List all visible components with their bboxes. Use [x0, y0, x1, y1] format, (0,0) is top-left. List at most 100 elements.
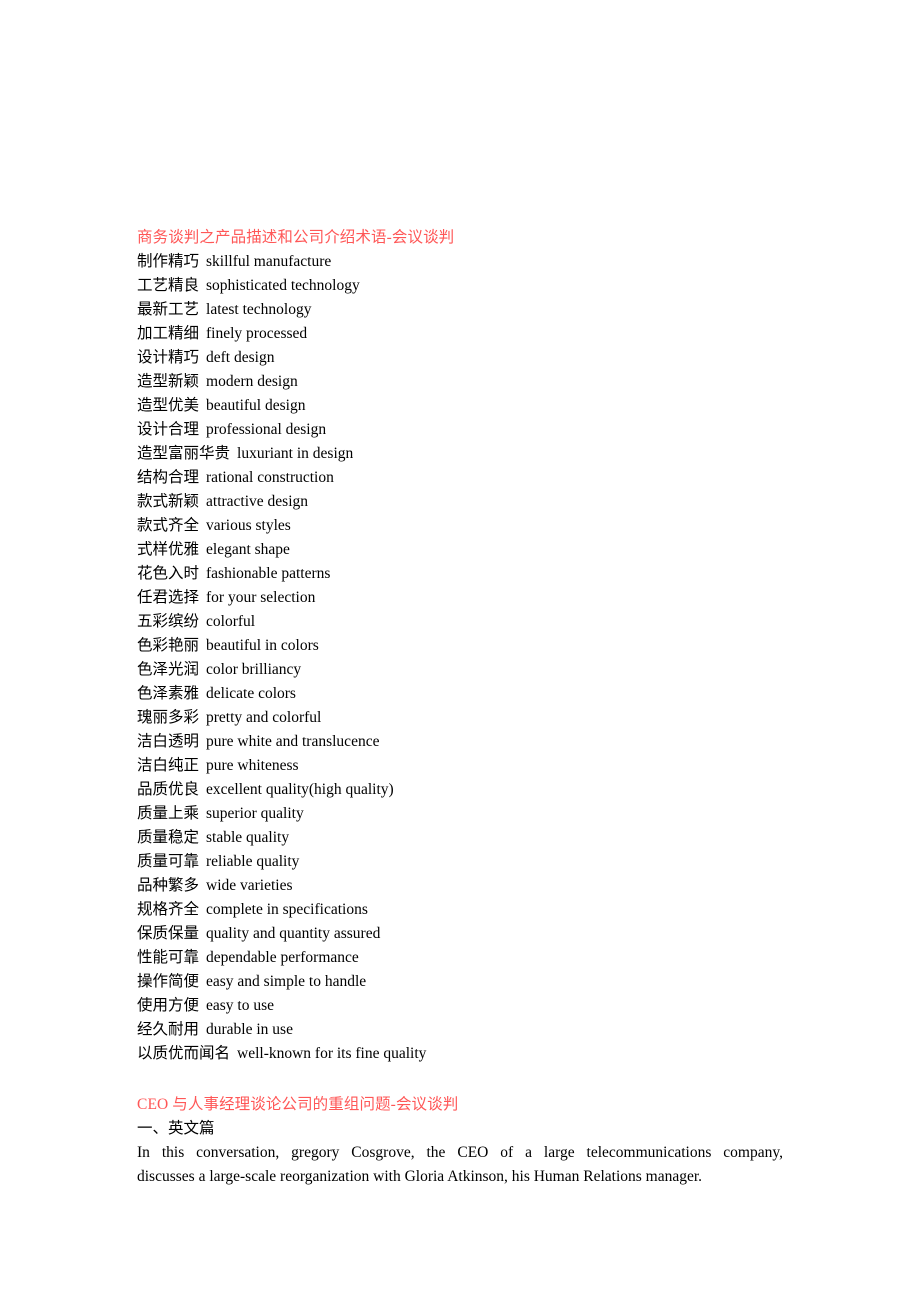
glossary-term-english: quality and quantity assured	[206, 925, 381, 942]
glossary-term-chinese: 任君选择	[137, 589, 200, 606]
glossary-term-chinese: 质量上乘	[137, 805, 200, 822]
glossary-term-english: elegant shape	[206, 541, 290, 558]
glossary-entry: 式样优雅 elegant shape	[137, 538, 783, 562]
glossary-entry: 造型新颖 modern design	[137, 370, 783, 394]
paragraph-line: discusses a large-scale reorganization w…	[137, 1168, 703, 1185]
glossary-entry: 结构合理 rational construction	[137, 466, 783, 490]
glossary-term-english: beautiful design	[206, 397, 306, 414]
subheading-english-part: 一、英文篇	[137, 1120, 215, 1137]
glossary-term-chinese: 洁白纯正	[137, 757, 200, 774]
glossary-term-chinese: 制作精巧	[137, 253, 200, 270]
glossary-entry: 造型优美 beautiful design	[137, 394, 783, 418]
glossary-entry: 以质优而闻名 well-known for its fine quality	[137, 1042, 783, 1066]
glossary-entry: 色彩艳丽 beautiful in colors	[137, 634, 783, 658]
glossary-term-chinese: 瑰丽多彩	[137, 709, 200, 726]
glossary-entry: 最新工艺 latest technology	[137, 298, 783, 322]
glossary-entry: 设计合理 professional design	[137, 418, 783, 442]
glossary-term-english: color brilliancy	[206, 661, 302, 678]
glossary-term-english: latest technology	[206, 301, 312, 318]
glossary-term-english: stable quality	[206, 829, 290, 846]
glossary-term-english: easy and simple to handle	[206, 973, 367, 990]
glossary-entry: 任君选择 for your selection	[137, 586, 783, 610]
glossary-list-product-terms: 制作精巧 skillful manufacture 工艺精良 sophisticate…	[137, 250, 783, 1066]
glossary-term-chinese: 最新工艺	[137, 301, 200, 318]
glossary-entry: 质量可靠 reliable quality	[137, 850, 783, 874]
glossary-entry: 使用方便 easy to use	[137, 994, 783, 1018]
glossary-entry: 操作简便 easy and simple to handle	[137, 970, 783, 994]
glossary-entry: 加工精细 finely processed	[137, 322, 783, 346]
glossary-term-english: delicate colors	[206, 685, 296, 702]
glossary-term-chinese: 品质优良	[137, 781, 200, 798]
glossary-entry: 品质优良 excellent quality(high quality)	[137, 778, 783, 802]
glossary-entry: 质量稳定 stable quality	[137, 826, 783, 850]
glossary-term-english: durable in use	[206, 1021, 293, 1038]
glossary-term-chinese: 洁白透明	[137, 733, 200, 750]
glossary-term-chinese: 色泽光润	[137, 661, 200, 678]
glossary-term-english: pure white and translucence	[206, 733, 380, 750]
glossary-term-english: beautiful in colors	[206, 637, 319, 654]
glossary-term-english: pretty and colorful	[206, 709, 322, 726]
glossary-entry: 品种繁多 wide varieties	[137, 874, 783, 898]
glossary-term-chinese: 品种繁多	[137, 877, 200, 894]
glossary-term-english: colorful	[206, 613, 256, 630]
glossary-entry: 保质保量 quality and quantity assured	[137, 922, 783, 946]
glossary-entry: 性能可靠 dependable performance	[137, 946, 783, 970]
glossary-entry: 洁白透明 pure white and translucence	[137, 730, 783, 754]
glossary-term-english: wide varieties	[206, 877, 293, 894]
glossary-term-chinese: 五彩缤纷	[137, 613, 200, 630]
glossary-term-chinese: 工艺精良	[137, 277, 200, 294]
glossary-term-english: fashionable patterns	[206, 565, 331, 582]
glossary-term-chinese: 造型新颖	[137, 373, 200, 390]
glossary-term-chinese: 款式新颖	[137, 493, 200, 510]
glossary-term-chinese: 造型优美	[137, 397, 200, 414]
glossary-term-chinese: 使用方便	[137, 997, 200, 1014]
glossary-term-chinese: 经久耐用	[137, 1021, 200, 1038]
glossary-term-english: superior quality	[206, 805, 304, 822]
body-paragraph-conversation: In this conversation, gregory Cosgrove, …	[137, 1141, 783, 1189]
glossary-entry: 制作精巧 skillful manufacture	[137, 250, 783, 274]
section-title-ceo-reorganization: CEO 与人事经理谈论公司的重组问题-会议谈判	[137, 1096, 459, 1113]
glossary-entry: 工艺精良 sophisticated technology	[137, 274, 783, 298]
glossary-term-chinese: 色泽素雅	[137, 685, 200, 702]
glossary-term-chinese: 保质保量	[137, 925, 200, 942]
glossary-term-chinese: 规格齐全	[137, 901, 200, 918]
glossary-entry: 经久耐用 durable in use	[137, 1018, 783, 1042]
glossary-term-english: rational construction	[206, 469, 334, 486]
glossary-term-english: dependable performance	[206, 949, 359, 966]
paragraph-line: In this conversation, gregory Cosgrove, …	[137, 1144, 783, 1161]
glossary-term-english: modern design	[206, 373, 298, 390]
glossary-term-chinese: 式样优雅	[137, 541, 200, 558]
glossary-term-english: for your selection	[206, 589, 316, 606]
glossary-entry: 花色入时 fashionable patterns	[137, 562, 783, 586]
glossary-entry: 瑰丽多彩 pretty and colorful	[137, 706, 783, 730]
glossary-term-english: luxuriant in design	[237, 445, 354, 462]
glossary-term-english: excellent quality(high quality)	[206, 781, 394, 798]
glossary-term-english: finely processed	[206, 325, 308, 342]
glossary-term-english: sophisticated technology	[206, 277, 360, 294]
glossary-term-english: easy to use	[206, 997, 275, 1014]
glossary-entry: 款式齐全 various styles	[137, 514, 783, 538]
glossary-term-english: professional design	[206, 421, 327, 438]
glossary-entry: 规格齐全 complete in specifications	[137, 898, 783, 922]
glossary-term-chinese: 款式齐全	[137, 517, 200, 534]
glossary-term-english: pure whiteness	[206, 757, 299, 774]
glossary-entry: 五彩缤纷 colorful	[137, 610, 783, 634]
section-title-product-description: 商务谈判之产品描述和公司介绍术语-会议谈判	[137, 229, 455, 246]
glossary-entry: 款式新颖 attractive design	[137, 490, 783, 514]
glossary-entry: 色泽光润 color brilliancy	[137, 658, 783, 682]
glossary-term-english: well-known for its fine quality	[237, 1045, 427, 1062]
glossary-term-chinese: 加工精细	[137, 325, 200, 342]
glossary-term-chinese: 结构合理	[137, 469, 200, 486]
glossary-term-english: reliable quality	[206, 853, 300, 870]
glossary-term-chinese: 花色入时	[137, 565, 200, 582]
glossary-term-english: skillful manufacture	[206, 253, 332, 270]
glossary-entry: 设计精巧 deft design	[137, 346, 783, 370]
glossary-entry: 质量上乘 superior quality	[137, 802, 783, 826]
glossary-term-english: complete in specifications	[206, 901, 368, 918]
glossary-term-chinese: 质量可靠	[137, 853, 200, 870]
glossary-term-chinese: 操作简便	[137, 973, 200, 990]
glossary-entry: 色泽素雅 delicate colors	[137, 682, 783, 706]
glossary-term-english: deft design	[206, 349, 275, 366]
glossary-term-chinese: 色彩艳丽	[137, 637, 200, 654]
